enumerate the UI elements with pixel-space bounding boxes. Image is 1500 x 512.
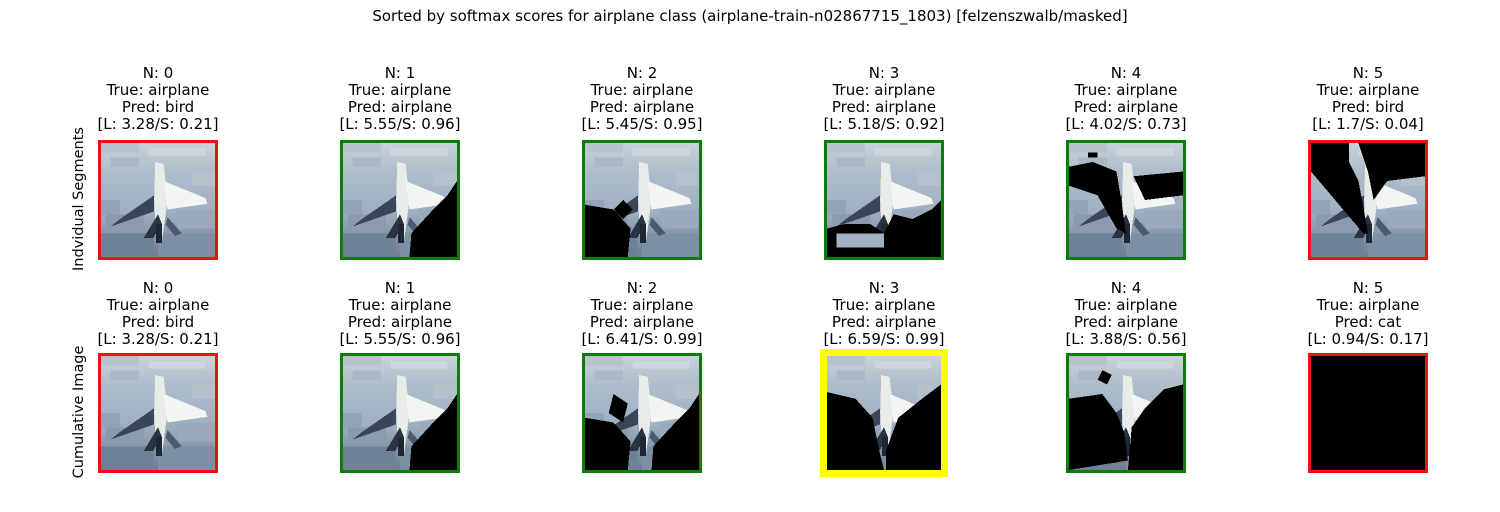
predicted-label: Pred: airplane [347,98,453,116]
true-label: True: airplane [832,296,936,314]
segment-image [1069,143,1183,257]
cell-title-individual-2: N: 2 True: airplane Pred: airplane [L: 5.45… [532,65,752,133]
thumbnail-individual-3 [824,140,944,260]
segment-index: N: 2 [626,64,658,82]
segment-index: N: 5 [1352,279,1384,297]
predicted-label: Pred: airplane [831,313,937,331]
segment-image [343,356,457,470]
score-label: [L: 0.94/S: 0.17] [1307,330,1429,348]
score-label: [L: 6.41/S: 0.99] [581,330,703,348]
segment-index: N: 4 [1110,279,1142,297]
thumbnail-cumulative-4 [1066,353,1186,473]
thumbnail-individual-2 [582,140,702,260]
thumbnail-cumulative-2 [582,353,702,473]
segment-image [1311,356,1425,470]
figure-title: Sorted by softmax scores for airplane cl… [372,7,1128,25]
segment-index: N: 1 [384,64,416,82]
predicted-label: Pred: bird [121,98,195,116]
true-label: True: airplane [1074,296,1178,314]
true-label: True: airplane [1316,296,1420,314]
cell-title-individual-1: N: 1 True: airplane Pred: airplane [L: 5.55… [290,65,510,133]
predicted-label: Pred: bird [1331,98,1405,116]
segment-index: N: 1 [384,279,416,297]
predicted-label: Pred: airplane [589,98,695,116]
predicted-label: Pred: bird [121,313,195,331]
thumbnail-individual-5 [1308,140,1428,260]
predicted-label: Pred: airplane [347,313,453,331]
segment-index: N: 2 [626,279,658,297]
score-label: [L: 3.28/S: 0.21] [97,330,219,348]
segment-image [1069,356,1183,470]
predicted-label: Pred: airplane [1073,98,1179,116]
true-label: True: airplane [348,296,452,314]
thumbnail-individual-1 [340,140,460,260]
score-label: [L: 5.45/S: 0.95] [581,115,703,133]
score-label: [L: 3.28/S: 0.21] [97,115,219,133]
predicted-label: Pred: airplane [831,98,937,116]
score-label: [L: 5.55/S: 0.96] [339,115,461,133]
score-label: [L: 5.55/S: 0.96] [339,330,461,348]
segment-image [827,356,941,470]
predicted-label: Pred: airplane [589,313,695,331]
score-label: [L: 1.7/S: 0.04] [1312,115,1424,133]
thumbnail-individual-0 [98,140,218,260]
true-label: True: airplane [348,81,452,99]
thumbnail-cumulative-1 [340,353,460,473]
segment-index: N: 0 [142,279,174,297]
segment-image [585,356,699,470]
segment-index: N: 0 [142,64,174,82]
score-label: [L: 6.59/S: 0.99] [823,330,945,348]
segment-image [585,143,699,257]
segment-index: N: 3 [868,64,900,82]
true-label: True: airplane [106,81,210,99]
segment-index: N: 3 [868,279,900,297]
true-label: True: airplane [106,296,210,314]
cell-title-cumulative-3: N: 3 True: airplane Pred: airplane [L: 6.59… [774,280,994,348]
score-label: [L: 3.88/S: 0.56] [1065,330,1187,348]
thumbnail-individual-4 [1066,140,1186,260]
true-label: True: airplane [832,81,936,99]
true-label: True: airplane [590,81,694,99]
cell-title-cumulative-5: N: 5 True: airplane Pred: cat [L: 0.94/S: 0… [1258,280,1478,348]
cell-title-cumulative-2: N: 2 True: airplane Pred: airplane [L: 6.41… [532,280,752,348]
segment-index: N: 4 [1110,64,1142,82]
cell-title-individual-4: N: 4 True: airplane Pred: airplane [L: 4.02… [1016,65,1236,133]
score-label: [L: 5.18/S: 0.92] [823,115,945,133]
true-label: True: airplane [1316,81,1420,99]
thumbnail-cumulative-3 [820,349,948,477]
cell-title-individual-5: N: 5 True: airplane Pred: bird [L: 1.7/S: 0… [1258,65,1478,133]
cell-title-individual-3: N: 3 True: airplane Pred: airplane [L: 5.18… [774,65,994,133]
true-label: True: airplane [590,296,694,314]
cell-title-cumulative-1: N: 1 True: airplane Pred: airplane [L: 5.55… [290,280,510,348]
segment-image [101,356,215,470]
cell-title-cumulative-4: N: 4 True: airplane Pred: airplane [L: 3.88… [1016,280,1236,348]
predicted-label: Pred: cat [1334,313,1402,331]
segment-index: N: 5 [1352,64,1384,82]
true-label: True: airplane [1074,81,1178,99]
cell-title-individual-0: N: 0 True: airplane Pred: bird [L: 3.28/S: … [48,65,268,133]
segment-image [343,143,457,257]
predicted-label: Pred: airplane [1073,313,1179,331]
score-label: [L: 4.02/S: 0.73] [1065,115,1187,133]
cell-title-cumulative-0: N: 0 True: airplane Pred: bird [L: 3.28/S: … [48,280,268,348]
thumbnail-cumulative-5 [1308,353,1428,473]
segment-image [1311,143,1425,257]
segment-image [101,143,215,257]
thumbnail-cumulative-0 [98,353,218,473]
segment-image [827,143,941,257]
